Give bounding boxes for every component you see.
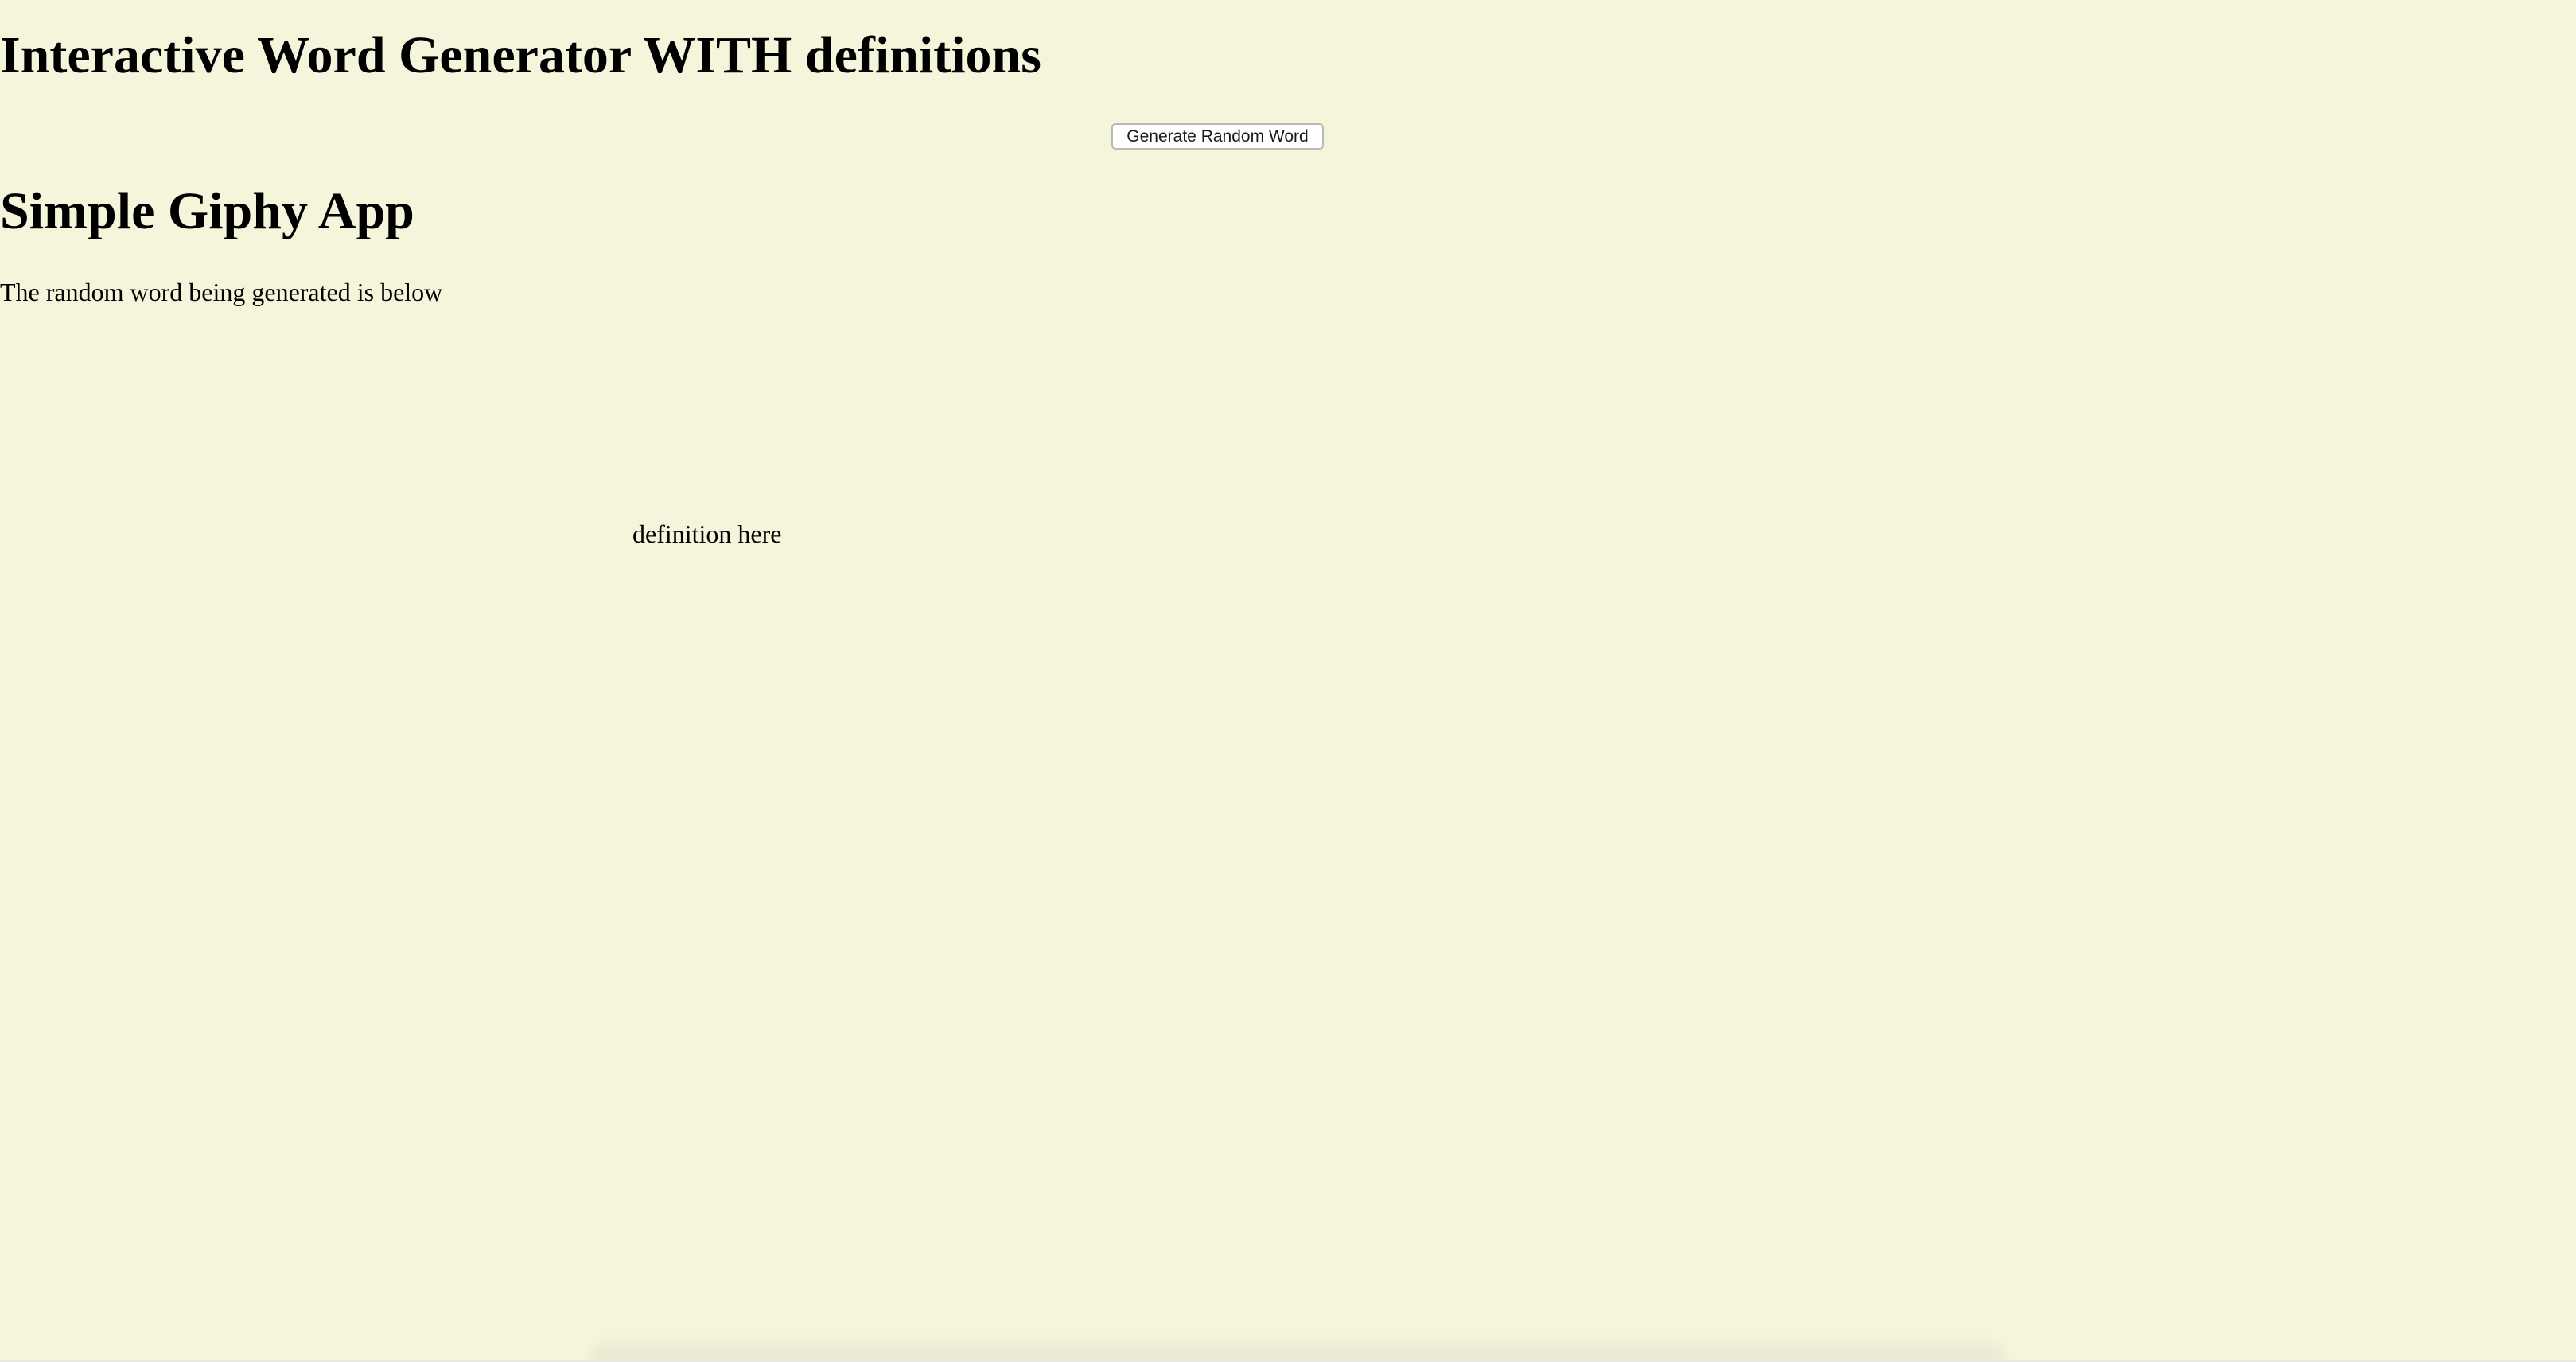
page-title: Interactive Word Generator WITH definiti…: [0, 26, 1041, 84]
bottom-edge-shadow: [589, 1330, 2005, 1362]
random-word-intro-text: The random word being generated is below: [0, 278, 443, 306]
app-title: Simple Giphy App: [0, 182, 414, 240]
definition-text: definition here: [632, 520, 782, 548]
generate-random-word-button[interactable]: Generate Random Word: [1111, 123, 1324, 150]
